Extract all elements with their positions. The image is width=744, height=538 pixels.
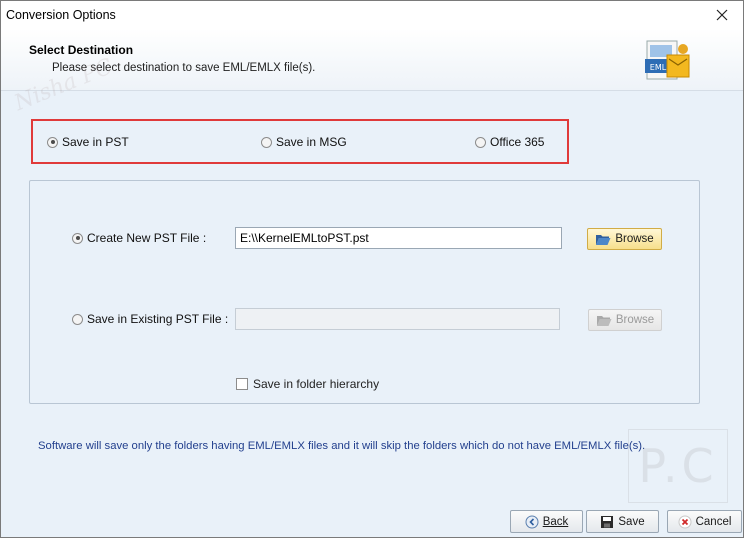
back-arrow-icon: [525, 515, 539, 528]
existing-pst-label: Save in Existing PST File :: [87, 312, 229, 326]
title-bar: Conversion Options: [1, 1, 743, 29]
radio-office-365[interactable]: Office 365: [475, 135, 544, 149]
folder-open-icon-disabled: [596, 315, 612, 326]
radio-dot-pst: [47, 136, 58, 148]
browse-existing-label: Browse: [615, 314, 655, 326]
radio-dot-office365: [475, 136, 486, 148]
new-pst-path-input[interactable]: [235, 227, 562, 249]
close-icon: [716, 9, 728, 21]
eml-file-icon: EML: [645, 40, 690, 80]
back-button[interactable]: Back: [510, 510, 583, 533]
cancel-button[interactable]: Cancel: [667, 510, 742, 533]
info-note: Software will save only the folders havi…: [38, 440, 646, 452]
radio-dot-create-new: [72, 232, 83, 244]
radio-label-msg: Save in MSG: [276, 135, 347, 149]
header-subtitle: Please select destination to save EML/EM…: [52, 62, 316, 74]
browse-label: Browse: [615, 233, 654, 245]
eml-icon-label: EML: [650, 63, 667, 72]
folder-open-icon: [596, 234, 611, 245]
window-title: Conversion Options: [6, 8, 116, 22]
close-button[interactable]: [705, 1, 739, 29]
radio-dot-msg: [261, 136, 272, 148]
save-label: Save: [618, 515, 645, 528]
back-label: Back: [542, 515, 569, 528]
header-title: Select Destination: [29, 43, 134, 57]
browse-button[interactable]: Browse: [587, 228, 662, 250]
destination-options-box: Save in PST Save in MSG Office 365: [31, 119, 569, 164]
radio-save-in-pst[interactable]: Save in PST: [47, 135, 129, 149]
folder-hierarchy-label: Save in folder hierarchy: [253, 377, 380, 391]
create-new-pst-label: Create New PST File :: [87, 231, 207, 245]
save-disk-icon: [601, 515, 614, 528]
radio-dot-existing: [72, 313, 83, 325]
radio-save-in-msg[interactable]: Save in MSG: [261, 135, 347, 149]
radio-label-office365: Office 365: [490, 135, 545, 149]
radio-existing-pst[interactable]: Save in Existing PST File :: [72, 312, 228, 326]
cancel-label: Cancel: [695, 515, 732, 528]
existing-pst-path-input[interactable]: [235, 308, 560, 330]
checkbox-box: [236, 378, 248, 390]
folder-hierarchy-checkbox[interactable]: Save in folder hierarchy: [236, 377, 379, 391]
radio-create-new-pst[interactable]: Create New PST File :: [72, 231, 206, 245]
cancel-x-icon: [678, 515, 692, 528]
header-banner: Select Destination Please select destina…: [1, 29, 743, 91]
save-button[interactable]: Save: [586, 510, 659, 533]
conversion-options-dialog: Conversion Options Select Destination Pl…: [0, 0, 744, 538]
browse-existing-button[interactable]: Browse: [588, 309, 662, 331]
pst-options-panel: Create New PST File : Browse Save in Exi…: [29, 180, 700, 404]
radio-label-pst: Save in PST: [62, 135, 129, 149]
